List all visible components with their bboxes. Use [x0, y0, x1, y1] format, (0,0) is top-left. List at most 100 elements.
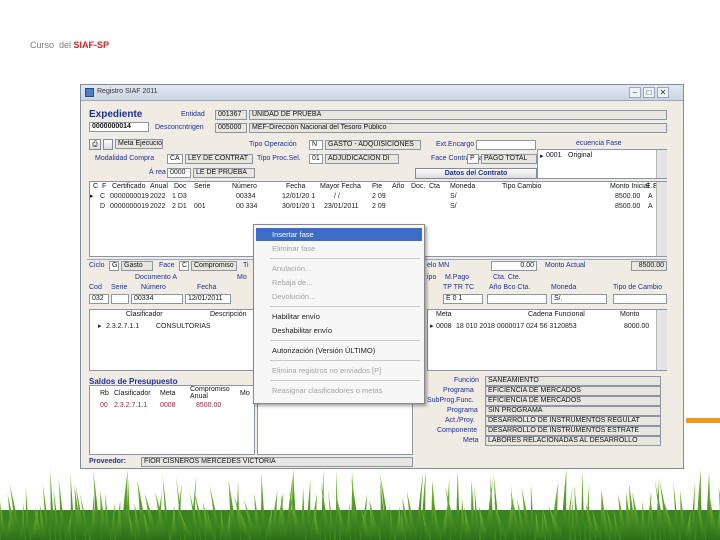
fase-code[interactable]: C: [179, 261, 189, 271]
serie-label: Serie: [111, 284, 128, 291]
menu-item-insertar-fase[interactable]: Insertar fase: [256, 228, 422, 241]
ciclo-label: Ciclo: [89, 262, 105, 269]
modalidad-name: LEY DE CONTRAT: [185, 154, 253, 164]
programa-label: Programa: [443, 387, 474, 394]
meta-header: Meta: [436, 311, 452, 318]
descripcion-header: Descripción: [210, 311, 247, 318]
menu-item-autorizacion[interactable]: Autorización (Versión ÚLTIMO): [256, 344, 422, 357]
clasificador-grid[interactable]: Clasificador Descripción ▸ 2.3.2.7.1.1 C…: [89, 309, 255, 371]
cell-c: C: [100, 193, 106, 200]
ciclo-code[interactable]: G: [109, 261, 119, 271]
meta-grid[interactable]: Meta Cadena Funcional Monto ▸ 0008 18 01…: [427, 309, 667, 371]
printer-icon[interactable]: ⎙: [89, 139, 101, 150]
tipo-operacion-code[interactable]: N: [309, 140, 323, 150]
datos-contrato-button[interactable]: Datos del Contrato: [415, 168, 537, 179]
menu-separator: [270, 306, 420, 307]
tipo-operacion-name: GASTO - ADQUISICIONES: [325, 140, 421, 150]
table-row[interactable]: 00 2.3.2.7.1.1 0008 8500.00: [90, 401, 250, 411]
fase-contractual-code[interactable]: P: [467, 154, 479, 164]
grid-header-mayor-fecha: Mayor Fecha: [320, 183, 361, 190]
grid-header-certificado: Certificado: [112, 183, 146, 190]
meta-value: LABORES RELACIONADAS AL DESARROLLO: [485, 436, 661, 446]
tipo-operacion-label: Tipo Operación: [249, 141, 297, 148]
table-row[interactable]: ▸ C 0000000019 2022 1 D3 00334 12/01/20 …: [90, 192, 654, 202]
menu-item-rebaja[interactable]: Rebaja de...: [256, 276, 422, 289]
ciclo-name: Gasto: [121, 261, 153, 271]
numero-field[interactable]: 00334: [131, 294, 183, 304]
grid-scrollbar[interactable]: [656, 182, 667, 256]
funcion-value: SANEAMIENTO: [485, 376, 661, 386]
area-label: Á rea: [149, 169, 166, 176]
m-pago-label: M.Pago: [445, 274, 470, 281]
close-button[interactable]: ✕: [657, 87, 669, 98]
saldos-header-clasificador: Clasificador: [114, 390, 151, 397]
grid-header-tipo-cambio: Tipo Cambio: [502, 183, 542, 190]
grid-header-doc2: Doc.: [411, 183, 426, 190]
tipo-cambio-field[interactable]: [613, 294, 667, 304]
entidad-label: Entidad: [181, 111, 205, 118]
tipo-cambio-label: Tipo de Cambio: [613, 284, 663, 291]
menu-item-eliminar-fase[interactable]: Eliminar fase: [256, 242, 422, 255]
table-row[interactable]: ▸ 2.3.2.7.1.1 CONSULTORIAS: [90, 322, 250, 332]
tipo-label: Ti: [243, 262, 249, 269]
cell-serie: 001: [194, 203, 206, 210]
componente-value: DESARROLLO DE INSTRUMENTOS ESTRATÉ: [485, 426, 661, 436]
table-row[interactable]: D 0000000019 2022 2 D1 001 00 334 30/01/…: [90, 202, 654, 212]
monto-mn-label: elo MN: [427, 262, 450, 269]
secuencia-name: Original: [568, 152, 593, 159]
secuencia-scrollbar[interactable]: [656, 150, 667, 178]
cta-cte-fields[interactable]: [487, 294, 547, 304]
row-pointer-icon: ▸: [98, 323, 102, 330]
monto-mn-field[interactable]: 0.00: [491, 261, 537, 271]
meta-ejecucion-field[interactable]: Meta Ejecución: [115, 139, 163, 149]
tp-fields[interactable]: E 0 1: [443, 294, 483, 304]
menu-item-reasignar[interactable]: Reasignar clasificadores o metas: [256, 384, 422, 397]
secuencia-list[interactable]: ▸ 0001 Original: [537, 149, 667, 179]
programa2-value: SIN PROGRAMA: [485, 406, 661, 416]
menu-item-habilitar-envio[interactable]: Habilitar envío: [256, 310, 422, 323]
cell-anual: 2022: [150, 193, 166, 200]
meta-label: Meta: [463, 437, 479, 444]
grid-header-anual: Anual: [150, 183, 168, 190]
ext-encargo-field[interactable]: [476, 140, 536, 150]
meta-scrollbar[interactable]: [656, 310, 667, 370]
row-pointer-icon: ▸: [430, 323, 434, 330]
moneda-field[interactable]: S/.: [551, 294, 607, 304]
fecha-label: Fecha: [197, 284, 217, 291]
meta-checkbox[interactable]: [103, 139, 113, 150]
cell-monto: 8500.00: [615, 193, 641, 200]
saldos-grid[interactable]: Rb Clasificador Meta Compromiso Anual Mo…: [89, 385, 255, 455]
actproy-label: Act./Proy.: [445, 417, 475, 424]
cell-numero: 00334: [236, 193, 256, 200]
table-row[interactable]: ▸ 0008 18 010 2018 0000017 024 56 312085…: [428, 322, 654, 332]
expediente-number[interactable]: 0000000014: [89, 122, 149, 132]
numero-label: Número: [141, 284, 166, 291]
maximize-button[interactable]: □: [643, 87, 655, 98]
cod-field[interactable]: 032: [89, 294, 109, 304]
funcion-label: Función: [454, 377, 479, 384]
fecha-field[interactable]: 12/01/2011: [185, 294, 231, 304]
cell-mayor-fecha: / /: [334, 193, 340, 200]
programa2-label: Programa: [447, 407, 478, 414]
menu-item-anulacion[interactable]: Anulación...: [256, 262, 422, 275]
entidad-code[interactable]: 001367: [215, 110, 247, 120]
tipo-proc-code[interactable]: 01: [309, 154, 323, 164]
fase-name: Compromiso: [191, 261, 237, 271]
orange-accent-bar: [686, 418, 720, 423]
actproy-value: DESARROLLO DE INSTRUMENTOS REGULAT: [485, 416, 661, 426]
cell-doc: 2 D1: [172, 203, 187, 210]
area-code[interactable]: 0000: [167, 168, 191, 178]
modalidad-code[interactable]: CA: [167, 154, 183, 164]
minimize-button[interactable]: –: [629, 87, 641, 98]
menu-item-deshabilitar-envio[interactable]: Deshabilitar envío: [256, 324, 422, 337]
tipo-proc-label: Tipo Proc.Sel.: [257, 155, 301, 162]
cell-numero: 00 334: [236, 203, 258, 210]
title-bar[interactable]: Registro SIAF 2011 – □ ✕: [81, 85, 683, 101]
grid-header-doc: Doc: [174, 183, 187, 190]
desconc-code[interactable]: 005000: [215, 123, 247, 133]
menu-item-elimina-registros[interactable]: Elimina registros no enviados [P]: [256, 364, 422, 377]
monto-header: Monto: [620, 311, 640, 318]
serie-field[interactable]: [111, 294, 129, 304]
tipo-pago-label: ipo: [427, 274, 437, 281]
menu-item-devolucion[interactable]: Devolución...: [256, 290, 422, 303]
